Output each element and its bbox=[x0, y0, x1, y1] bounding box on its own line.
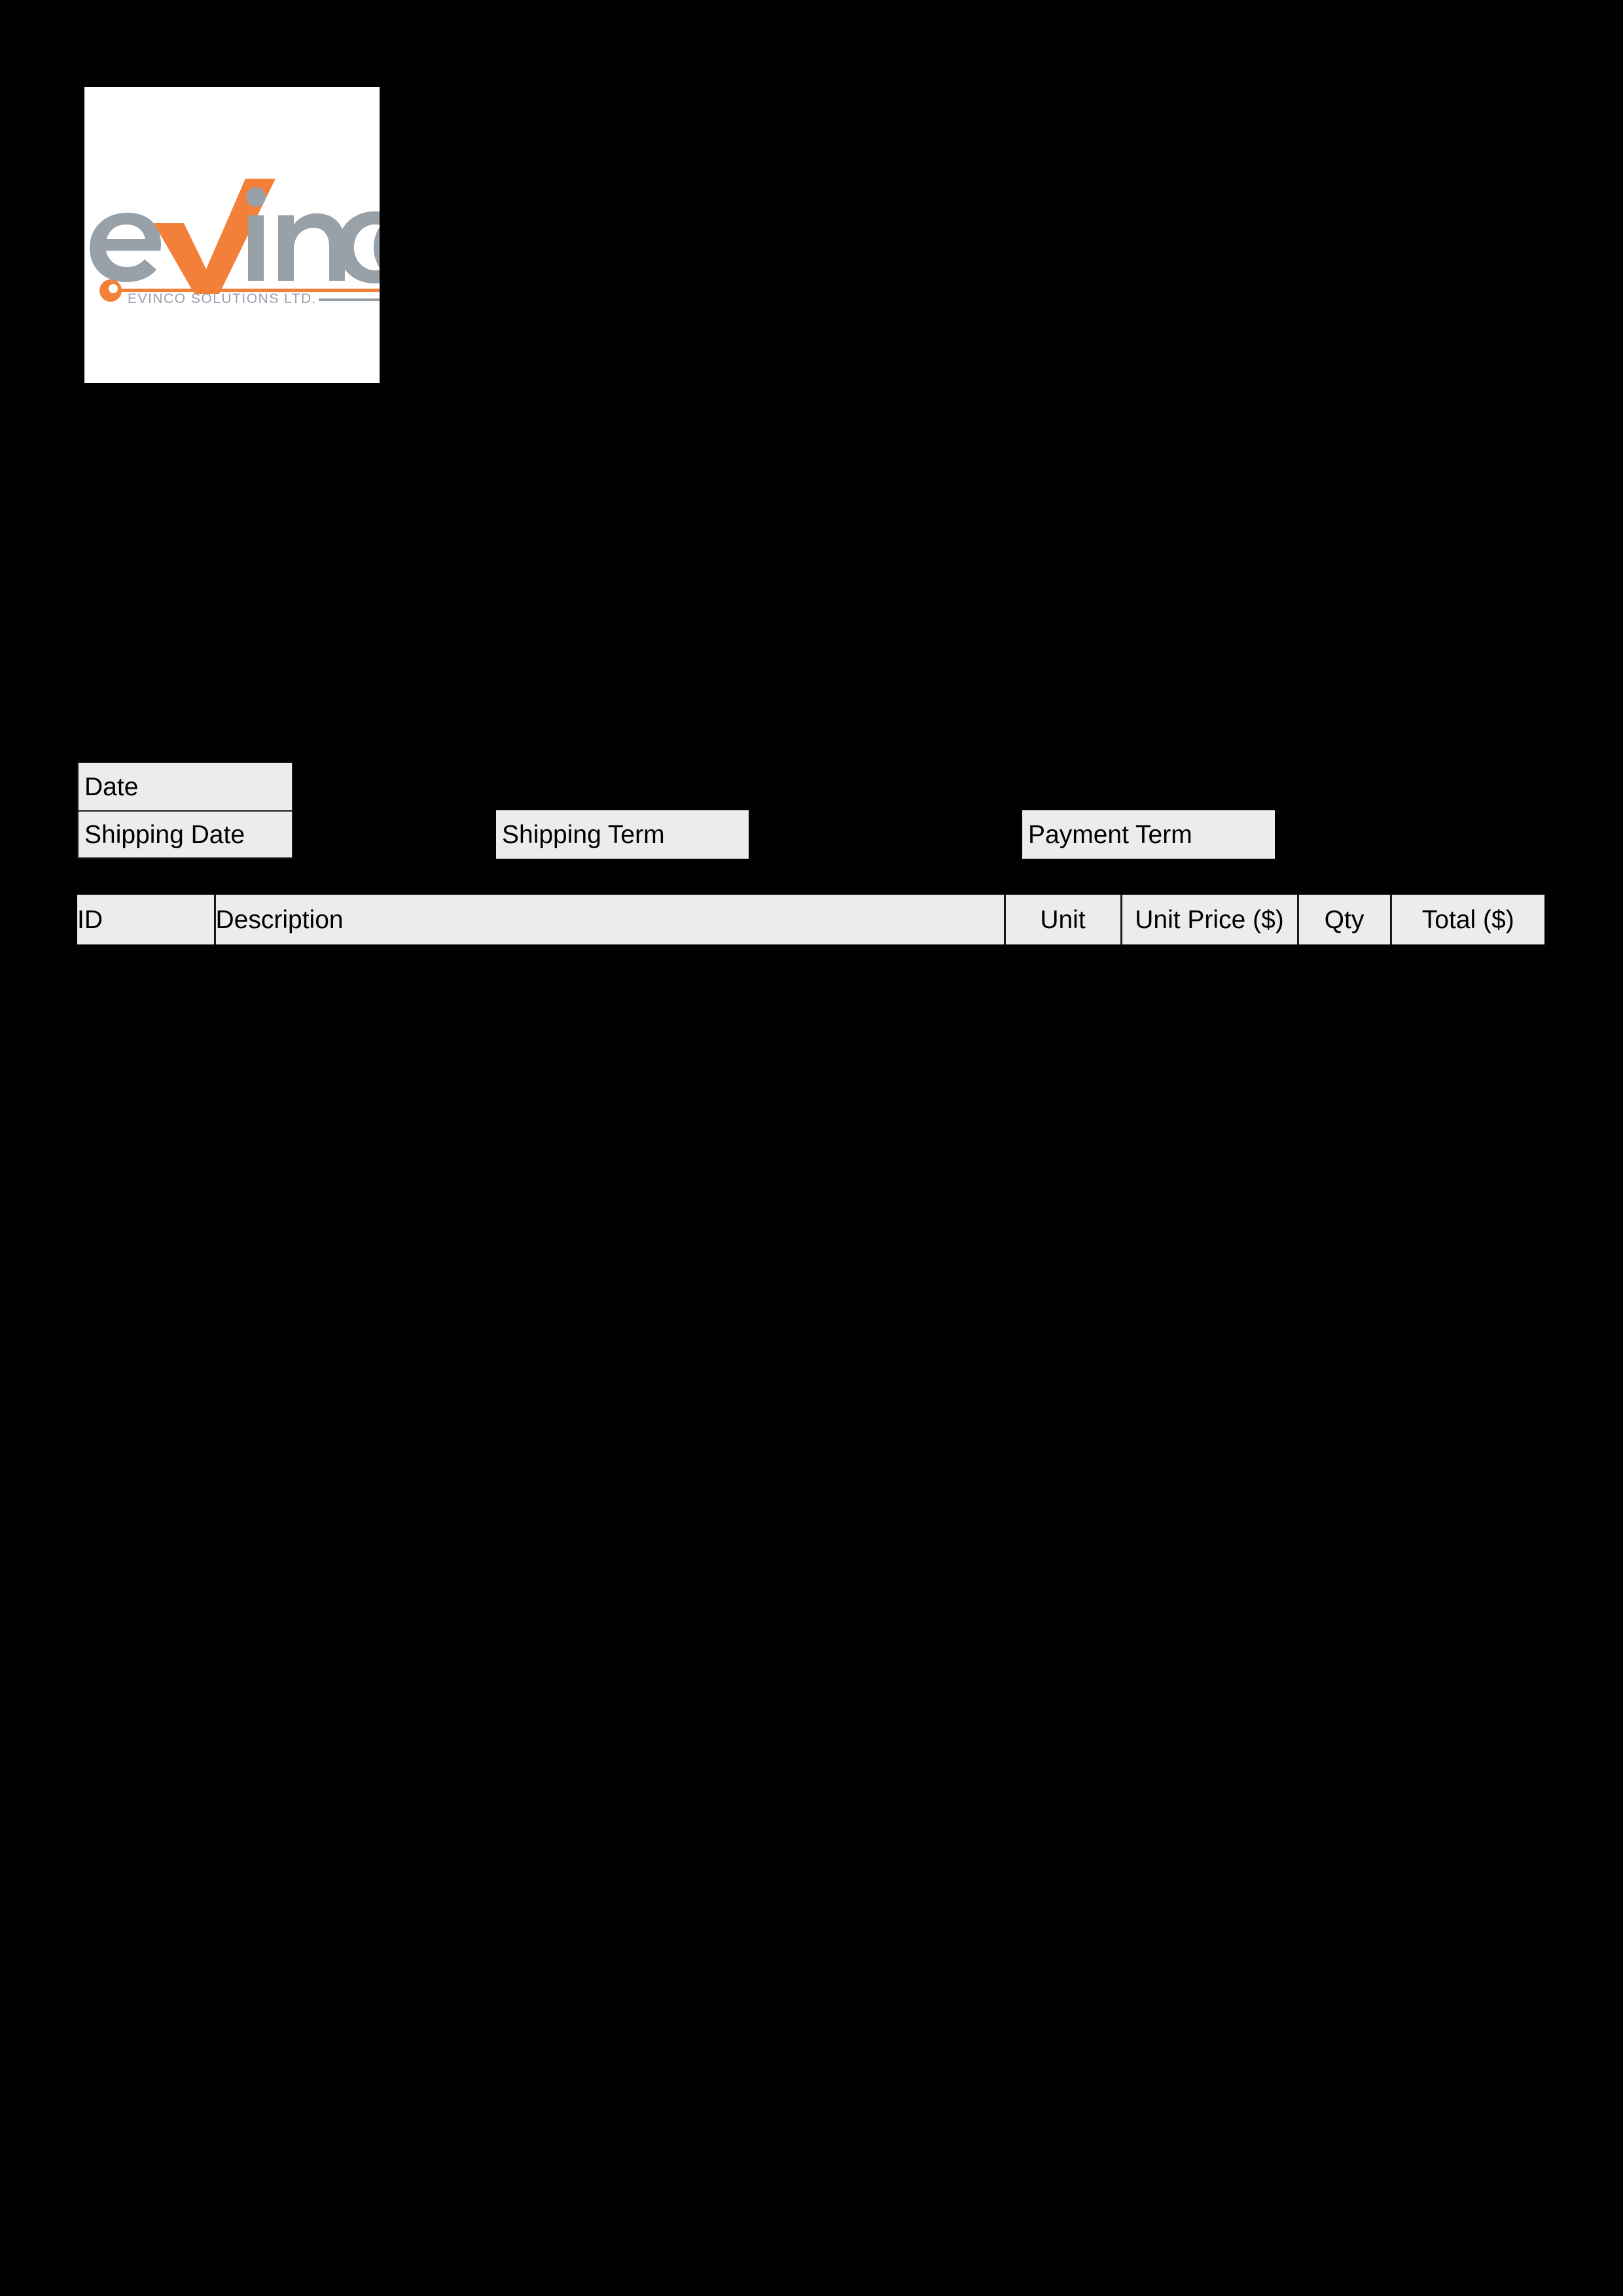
column-header-unit[interactable]: Unit bbox=[1005, 895, 1122, 944]
date-field-label: Date bbox=[84, 772, 139, 801]
column-header-id[interactable]: ID bbox=[77, 895, 216, 944]
column-header-total[interactable]: Total ($) bbox=[1391, 895, 1544, 944]
evinco-logo-icon: EVINCO SOLUTIONS LTD. bbox=[84, 172, 380, 303]
shipping-date-field-label: Shipping Date bbox=[84, 820, 245, 849]
column-header-qty[interactable]: Qty bbox=[1298, 895, 1392, 944]
column-header-unit-price[interactable]: Unit Price ($) bbox=[1121, 895, 1299, 944]
payment-term-field[interactable]: Payment Term bbox=[1022, 810, 1275, 859]
company-logo: EVINCO SOLUTIONS LTD. bbox=[84, 87, 380, 383]
table-header-row: ID Description Unit Unit Price ($) Qty T… bbox=[77, 895, 1544, 944]
date-field[interactable]: Date bbox=[77, 762, 293, 811]
payment-term-field-label: Payment Term bbox=[1028, 820, 1192, 849]
shipping-term-field[interactable]: Shipping Term bbox=[496, 810, 749, 859]
invoice-page: EVINCO SOLUTIONS LTD. Date Shipping Date… bbox=[0, 0, 1623, 2296]
shipping-term-field-label: Shipping Term bbox=[502, 820, 665, 849]
shipping-date-field[interactable]: Shipping Date bbox=[77, 811, 293, 859]
column-header-description[interactable]: Description bbox=[215, 895, 1006, 944]
line-items-table: ID Description Unit Unit Price ($) Qty T… bbox=[77, 895, 1544, 944]
svg-text:EVINCO SOLUTIONS LTD.: EVINCO SOLUTIONS LTD. bbox=[128, 291, 317, 303]
